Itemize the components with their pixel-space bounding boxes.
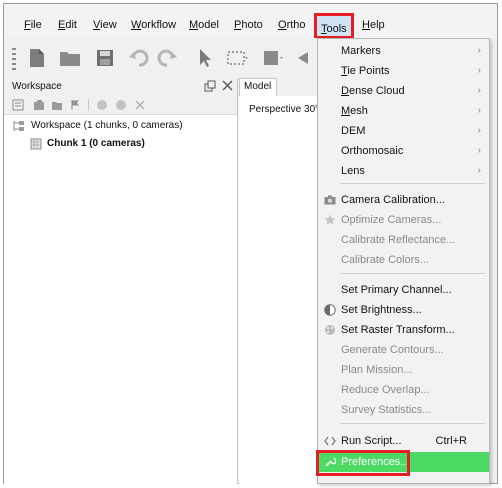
menu-item-dem[interactable]: DEM › [318,121,489,141]
menu-separator [340,183,485,184]
run-script-shortcut: Ctrl+R [435,435,467,447]
undock-icon[interactable] [204,80,216,95]
navigation-tool-icon[interactable] [262,47,284,69]
workspace-title: Workspace [12,81,62,92]
add-photos-icon[interactable] [33,99,45,114]
menu-item-calibrate-colors[interactable]: Calibrate Colors... [318,250,489,270]
chunk-icon [30,138,42,156]
menu-item-survey-statistics[interactable]: Survey Statistics... [318,400,489,420]
menu-ortho[interactable]: Ortho [278,18,306,32]
star-icon [324,214,336,226]
close-panel-icon[interactable] [221,79,234,95]
menu-item-dense-cloud[interactable]: Dense Cloud › [318,81,489,101]
add-folder-icon[interactable] [51,99,63,114]
add-chunk-icon[interactable] [12,99,24,114]
disable-icon[interactable] [115,99,127,114]
menu-tools[interactable]: Tools [314,13,354,39]
toolbar-separator [88,99,89,111]
pointer-icon[interactable] [194,47,216,69]
rectangle-selection-icon[interactable] [226,47,248,69]
menu-item-tie-points[interactable]: Tie Points › [318,61,489,81]
menu-item-markers[interactable]: Markers › [318,41,489,61]
workspace-panel: Workspace Workspace (1 chunks, 0 cameras… [4,78,238,484]
redo-icon[interactable] [156,47,178,69]
workspace-header: Workspace [4,78,237,96]
workspace-tree-icon [12,120,26,138]
menu-bar: File Edit View Workflow Model Photo Orth… [4,4,497,39]
menu-item-set-primary-channel[interactable]: Set Primary Channel... [318,280,489,300]
palette-icon [324,324,336,336]
remove-icon[interactable] [134,99,146,114]
preferences-callout [316,450,410,476]
tab-model[interactable]: Model [239,78,277,96]
menu-model[interactable]: Model [189,18,219,32]
undo-icon[interactable] [128,47,150,69]
menu-item-calibrate-reflectance[interactable]: Calibrate Reflectance... [318,230,489,250]
brightness-icon [324,304,336,316]
enable-icon[interactable] [96,99,108,114]
workspace-root-label: Workspace (1 chunks, 0 cameras) [31,120,183,131]
toolbar-grip[interactable] [12,48,16,70]
app-window: File Edit View Workflow Model Photo Orth… [3,3,498,484]
add-markers-icon[interactable] [69,99,81,114]
code-icon [324,435,336,447]
menu-item-set-brightness[interactable]: Set Brightness... [318,300,489,320]
perspective-label: Perspective 30° [249,104,320,115]
menu-item-reduce-overlap[interactable]: Reduce Overlap... [318,380,489,400]
new-document-icon[interactable] [26,47,48,69]
menu-workflow[interactable]: Workflow [131,18,176,32]
menu-file[interactable]: File [24,18,42,32]
camera-icon [324,194,336,206]
move-tool-icon[interactable] [292,47,314,69]
menu-item-plan-mission[interactable]: Plan Mission... [318,360,489,380]
menu-item-orthomosaic[interactable]: Orthomosaic › [318,141,489,161]
menu-item-generate-contours[interactable]: Generate Contours... [318,340,489,360]
workspace-toolbar [4,96,237,115]
tools-menu: Markers › Tie Points › Dense Cloud › Mesh › … [317,38,490,484]
model-view[interactable]: Perspective 30° [239,96,319,484]
menu-item-set-raster-transform[interactable]: Set Raster Transform... [318,320,489,340]
menu-item-lens[interactable]: Lens › [318,161,489,181]
menu-separator [340,273,485,274]
menu-item-optimize-cameras[interactable]: Optimize Cameras... [318,210,489,230]
open-folder-icon[interactable] [59,47,81,69]
menu-item-mesh[interactable]: Mesh › [318,101,489,121]
menu-item-camera-calibration[interactable]: Camera Calibration... [318,190,489,210]
save-icon[interactable] [94,47,116,69]
menu-help[interactable]: Help [362,18,385,32]
menu-separator [340,423,485,424]
menu-edit[interactable]: Edit [58,18,77,32]
chunk-label: Chunk 1 (0 cameras) [47,138,145,149]
menu-view[interactable]: View [93,18,117,32]
menu-item-run-script[interactable]: Run Script... Ctrl+R [318,431,489,451]
menu-photo[interactable]: Photo [234,18,263,32]
